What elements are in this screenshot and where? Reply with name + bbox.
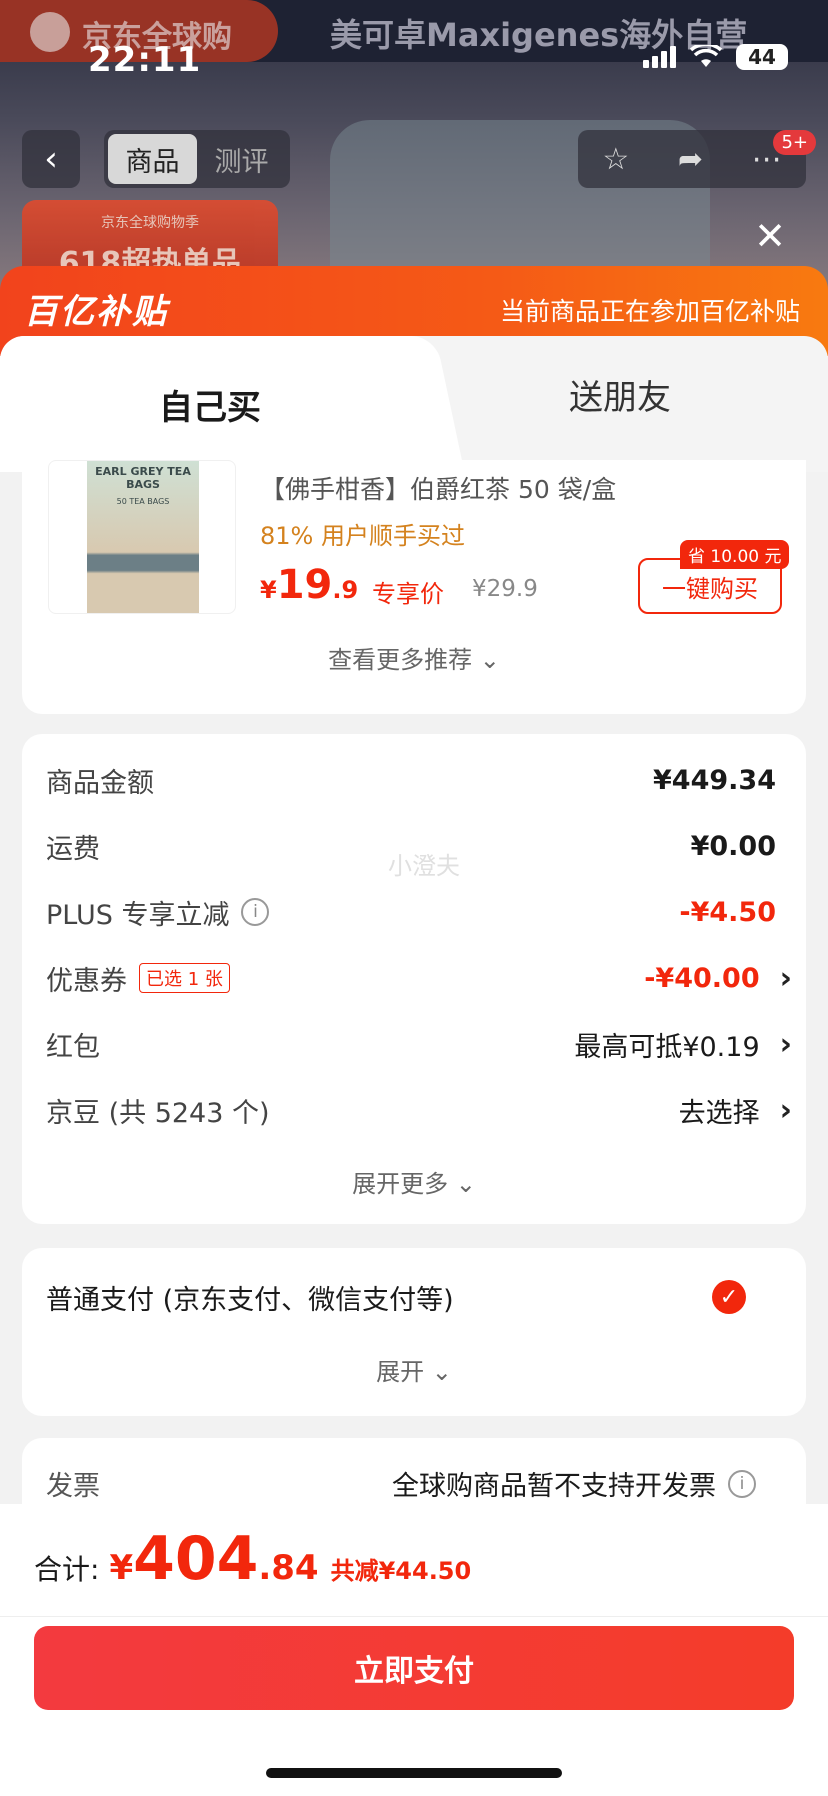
home-indicator[interactable]: [266, 1768, 562, 1778]
goods-amount-row: 商品金额 ¥449.34: [46, 764, 776, 799]
more-recommend-link[interactable]: 查看更多推荐 ⌄: [22, 640, 806, 675]
info-icon[interactable]: i: [241, 898, 270, 926]
tab-gift-friend[interactable]: 送朋友: [500, 336, 740, 452]
payment-method[interactable]: 普通支付 (京东支付、微信支付等): [46, 1278, 454, 1317]
close-icon[interactable]: ✕: [754, 214, 786, 258]
share-icon[interactable]: ➦: [678, 142, 703, 177]
original-price: ¥29.9: [472, 576, 538, 602]
pay-now-button[interactable]: 立即支付: [34, 1626, 794, 1710]
message-badge: 5+: [773, 130, 816, 155]
wifi-icon: [690, 45, 722, 67]
tab-review[interactable]: 测评: [197, 134, 286, 184]
coupon-row[interactable]: 优惠券 已选 1 张 -¥40.00 ›: [46, 958, 792, 998]
invoice-value: 全球购商品暂不支持开发票 i: [392, 1464, 756, 1503]
invoice-label: 发票: [46, 1471, 100, 1502]
save-badge: 省 10.00 元: [680, 540, 790, 569]
subsidy-message: 当前商品正在参加百亿补贴: [499, 297, 800, 326]
info-icon[interactable]: i: [728, 1469, 756, 1498]
divider: [0, 1616, 828, 1617]
recommend-subtitle: 81% 用户顺手买过: [260, 522, 465, 550]
tea-box-image: EARL GREY TEA BAGS 50 TEA BAGS: [87, 461, 199, 613]
top-actions: ☆ ➦ ⋯: [578, 130, 806, 188]
status-time: 22:11: [88, 40, 202, 80]
payment-card: 普通支付 (京东支付、微信支付等) ✓ 展开 ⌄: [22, 1248, 806, 1416]
product-tabs[interactable]: 商品 测评: [104, 130, 290, 188]
tab-product[interactable]: 商品: [108, 134, 197, 184]
chevron-right-icon: ›: [779, 1092, 792, 1128]
recommend-card: EARL GREY TEA BAGS 50 TEA BAGS 【佛手柑香】伯爵红…: [22, 460, 806, 714]
coupon-selected-tag: 已选 1 张: [139, 963, 230, 993]
expand-more-link[interactable]: 展开更多 ⌄: [22, 1164, 806, 1199]
total-amount: 合计: ¥ 404 .84 共减¥44.50: [34, 1524, 472, 1594]
background-product-page: 京东全球购 美可卓Maxigenes海外自营 22:11 44 ‹ 商品 测评 …: [0, 0, 828, 300]
back-button[interactable]: ‹: [22, 130, 80, 188]
invoice-card: 发票 全球购商品暂不支持开发票 i: [22, 1438, 806, 1508]
battery-icon: 44: [736, 44, 788, 70]
signal-icon: [643, 46, 676, 68]
tab-buy-self[interactable]: 自己买: [0, 336, 420, 472]
checkout-bar: 合计: ¥ 404 .84 共减¥44.50 立即支付: [0, 1504, 828, 1796]
tab-buy-self-label: 自己买: [159, 387, 261, 428]
total-saved: 共减¥44.50: [330, 1557, 472, 1585]
tea-product-image[interactable]: EARL GREY TEA BAGS 50 TEA BAGS: [48, 460, 236, 614]
exclusive-label: 专享价: [372, 580, 444, 608]
chevron-right-icon: ›: [779, 960, 792, 996]
amount-card: 商品金额 ¥449.34 运费 ¥0.00 小澄夫 PLUS 专享立减 i -¥4…: [22, 734, 806, 1224]
redpack-row[interactable]: 红包 最高可抵¥0.19 ›: [46, 1024, 792, 1064]
recommend-price: ¥19.9: [260, 562, 359, 608]
chevron-right-icon: ›: [779, 1026, 792, 1062]
plus-discount-row: PLUS 专享立减 i -¥4.50: [46, 896, 776, 931]
jd-beans-row[interactable]: 京豆 (共 5243 个) 去选择 ›: [46, 1090, 792, 1130]
status-icons: 44: [643, 44, 788, 70]
buy-mode-tabs: 自己买 送朋友: [0, 336, 828, 472]
star-icon[interactable]: ☆: [602, 142, 629, 177]
check-icon[interactable]: ✓: [712, 1280, 746, 1314]
payment-expand-link[interactable]: 展开 ⌄: [22, 1352, 806, 1387]
watermark: 小澄夫: [388, 852, 460, 880]
store-logo-icon: [30, 12, 70, 52]
recommend-title[interactable]: 【佛手柑香】伯爵红茶 50 袋/盒: [260, 470, 616, 506]
subsidy-logo: 百亿补贴: [24, 292, 168, 332]
